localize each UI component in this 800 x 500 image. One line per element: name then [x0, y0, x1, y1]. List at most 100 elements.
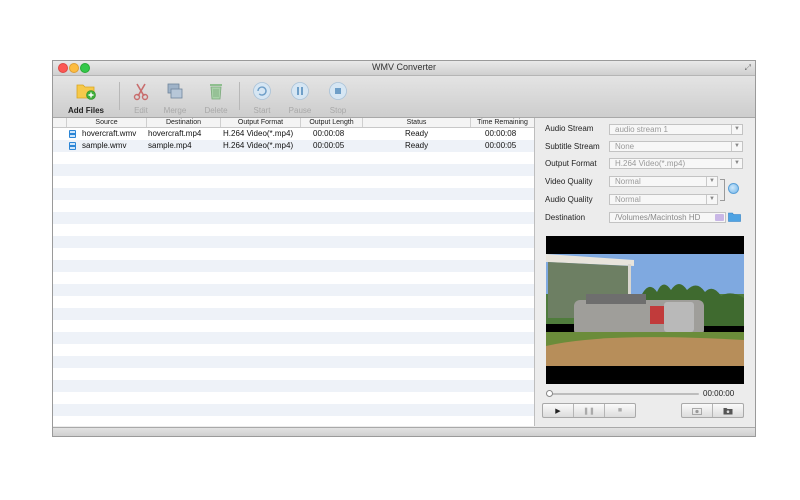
chevron-down-icon: ▼ [731, 125, 742, 134]
edit-label: Edit [134, 106, 148, 115]
audio-quality-select[interactable]: Normal ▼ [609, 194, 718, 205]
window-title: WMV Converter [371, 62, 436, 72]
toolbar: Add Files Edit Merge Delete Start Pause … [53, 76, 755, 118]
edit-button[interactable]: Edit [122, 79, 160, 115]
chevron-down-icon: ▼ [706, 195, 717, 204]
length-cell: 00:00:08 [313, 129, 345, 138]
play-button[interactable]: ▶ [543, 404, 574, 417]
audio-stream-select[interactable]: audio stream 1 ▼ [609, 124, 743, 135]
stop-icon: ■ [617, 407, 623, 414]
header-status[interactable]: Status [363, 118, 471, 127]
subtitle-stream-label: Subtitle Stream [545, 142, 600, 151]
source-cell: sample.wmv [82, 141, 127, 150]
folder-icon[interactable] [728, 212, 741, 222]
globe-icon[interactable] [728, 183, 739, 194]
remaining-cell: 00:00:08 [485, 129, 517, 138]
status-cell: Ready [405, 129, 429, 138]
quality-link-bracket [720, 179, 725, 201]
file-list[interactable]: Source Destination Output Format Output … [53, 118, 535, 426]
format-cell: H.264 Video(*.mp4) [223, 141, 294, 150]
delete-label: Delete [204, 106, 228, 115]
playback-progress-track[interactable] [549, 393, 699, 395]
remaining-cell: 00:00:05 [485, 141, 517, 150]
merge-label: Merge [163, 106, 187, 115]
camera-icon [692, 407, 702, 415]
snapshot-controls [681, 403, 744, 418]
format-cell: H.264 Video(*.mp4) [223, 129, 294, 138]
pause-icon [291, 82, 309, 100]
stop-button[interactable]: Stop [319, 79, 357, 115]
refresh-icon [253, 82, 271, 100]
stop-playback-button[interactable]: ■ [605, 404, 635, 417]
trash-icon [210, 84, 222, 100]
chevron-down-icon: ▼ [706, 177, 717, 186]
toolbar-divider [239, 82, 240, 110]
chevron-down-icon: ▼ [731, 159, 742, 168]
merge-button[interactable]: Merge [156, 79, 194, 115]
output-format-label: Output Format [545, 159, 597, 168]
list-header: Source Destination Output Format Output … [53, 118, 534, 128]
destination-cell: hovercraft.mp4 [148, 129, 202, 138]
open-destination-icon[interactable] [715, 214, 724, 221]
add-files-button[interactable]: Add Files [66, 79, 106, 115]
header-time-remaining[interactable]: Time Remaining [471, 118, 534, 127]
settings-panel: Audio Stream audio stream 1 ▼ Subtitle St… [535, 118, 755, 426]
audio-stream-label: Audio Stream [545, 124, 594, 133]
header-destination[interactable]: Destination [147, 118, 221, 127]
playback-time: 00:00:00 [703, 389, 735, 398]
subtitle-stream-value: None [615, 142, 635, 151]
destination-field[interactable]: /Volumes/Macintosh HD [609, 212, 726, 223]
header-output-length[interactable]: Output Length [301, 118, 363, 127]
pause-button[interactable]: Pause [281, 79, 319, 115]
video-file-icon [69, 142, 76, 150]
subtitle-stream-select[interactable]: None ▼ [609, 141, 743, 152]
start-button[interactable]: Start [243, 79, 281, 115]
playback-progress-knob[interactable] [546, 390, 553, 397]
video-file-icon [69, 130, 76, 138]
chevron-down-icon: ▼ [731, 142, 742, 151]
audio-quality-label: Audio Quality [545, 195, 593, 204]
delete-button[interactable]: Delete [197, 79, 235, 115]
list-rows: hovercraft.wmv hovercraft.mp4 H.264 Vide… [53, 128, 534, 426]
film-merge-icon [167, 83, 183, 99]
snapshot-button[interactable] [682, 404, 713, 417]
output-format-value: H.264 Video(*.mp4) [615, 159, 686, 168]
audio-quality-value: Normal [615, 195, 641, 204]
video-preview [546, 236, 744, 384]
audio-stream-value: audio stream 1 [615, 125, 668, 134]
preview-image [546, 236, 744, 384]
output-format-select[interactable]: H.264 Video(*.mp4) ▼ [609, 158, 743, 169]
status-bar [53, 427, 755, 436]
video-quality-value: Normal [615, 177, 641, 186]
header-source[interactable]: Source [67, 118, 147, 127]
table-row[interactable]: hovercraft.wmv hovercraft.mp4 H.264 Vide… [53, 128, 534, 140]
fullscreen-icon[interactable]: ⤢ [745, 63, 751, 73]
status-cell: Ready [405, 141, 429, 150]
pause-playback-button[interactable]: ❚❚ [574, 404, 605, 417]
destination-label: Destination [545, 213, 586, 222]
start-label: Start [253, 106, 271, 115]
pause-label: Pause [288, 106, 312, 115]
folder-camera-icon [723, 407, 733, 414]
source-cell: hovercraft.wmv [82, 129, 137, 138]
stop-label: Stop [329, 106, 347, 115]
destination-value: /Volumes/Macintosh HD [615, 213, 701, 222]
title-bar: WMV Converter ⤢ [53, 61, 755, 76]
add-files-label: Add Files [67, 106, 104, 115]
destination-cell: sample.mp4 [148, 141, 192, 150]
add-folder-icon [76, 84, 96, 100]
header-output-format[interactable]: Output Format [221, 118, 301, 127]
video-quality-label: Video Quality [545, 177, 593, 186]
length-cell: 00:00:05 [313, 141, 345, 150]
play-icon: ▶ [555, 407, 561, 415]
scissors-icon [133, 83, 149, 101]
stop-icon [329, 82, 347, 100]
video-quality-select[interactable]: Normal ▼ [609, 176, 718, 187]
app-window: WMV Converter ⤢ Add Files Edit Merge Del… [52, 60, 756, 437]
playback-controls: ▶ ❚❚ ■ [542, 403, 636, 418]
snapshot-folder-button[interactable] [713, 404, 743, 417]
table-row[interactable]: sample.wmv sample.mp4 H.264 Video(*.mp4)… [53, 140, 534, 152]
header-checkbox-column [53, 118, 67, 127]
pause-icon: ❚❚ [583, 407, 595, 415]
toolbar-divider [119, 82, 120, 110]
